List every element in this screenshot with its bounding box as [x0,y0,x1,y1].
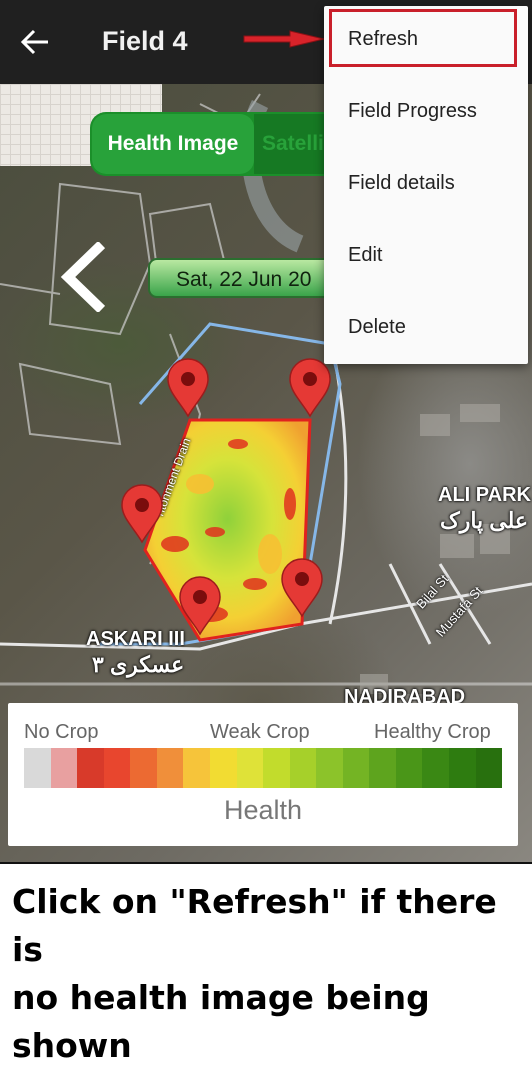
legend-color-swatch [209,748,237,788]
overflow-menu: Refresh Field Progress Field details Edi… [324,6,528,364]
legend-weak-crop-label: Weak Crop [210,721,310,743]
legend-color-swatch [236,748,264,788]
legend-healthy-crop-label: Healthy Crop [374,721,491,743]
map-label-askari-urdu: عسکری ٣ [92,652,185,677]
legend-color-bar [24,748,503,788]
field-corner-pin[interactable] [166,358,210,418]
legend-color-swatch [263,748,290,788]
field-corner-pin[interactable] [280,558,324,618]
map-label-ali-park: ALI PARK [438,484,531,506]
pointer-arrow-icon [243,30,325,48]
phone-screen: ALI PARK علی پارک ASKARI III عسکری ٣ NAD… [0,0,532,862]
menu-item-refresh[interactable]: Refresh [324,6,528,78]
map-label-ali-park-urdu: علی پارک [440,508,528,533]
instruction-caption: Click on "Refresh" if there is no health… [12,878,522,1070]
legend-color-swatch [183,748,210,788]
previous-date-chevron-icon[interactable] [58,242,110,312]
legend-color-swatch [475,748,503,788]
field-corner-pin[interactable] [120,484,164,544]
legend-color-swatch [130,748,157,788]
menu-item-label: Field Progress [348,100,477,122]
legend-color-swatch [316,748,343,788]
health-legend: No Crop Weak Crop Healthy Crop Health [8,703,518,846]
legend-color-swatch [422,748,449,788]
legend-color-swatch [103,748,131,788]
legend-no-crop-label: No Crop [24,721,99,743]
menu-item-field-progress[interactable]: Field Progress [324,78,528,150]
menu-item-label: Delete [348,316,406,338]
legend-color-swatch [449,748,476,788]
legend-title: Health [223,795,303,825]
divider [0,862,532,864]
menu-item-label: Refresh [348,28,419,50]
legend-color-swatch [156,748,184,788]
menu-item-delete[interactable]: Delete [324,294,528,366]
legend-color-swatch [369,748,396,788]
legend-color-swatch [342,748,370,788]
menu-item-label: Field details [348,172,455,194]
menu-item-field-details[interactable]: Field details [324,150,528,222]
page-title: Field 4 [102,26,188,56]
map-label-askari: ASKARI III [86,628,185,650]
instruction-line-2: no health image being shown [12,978,430,1065]
back-arrow-icon[interactable] [18,24,54,60]
field-corner-pin[interactable] [178,576,222,636]
tab-health-image[interactable]: Health Image [92,114,254,174]
legend-color-swatch [77,748,104,788]
menu-item-label: Edit [348,244,383,266]
legend-color-swatch [289,748,317,788]
legend-color-swatch [395,748,423,788]
menu-item-edit[interactable]: Edit [324,222,528,294]
field-corner-pin[interactable] [288,358,332,418]
legend-color-swatch [24,748,51,788]
instruction-line-1: Click on "Refresh" if there is [12,882,497,969]
legend-color-swatch [50,748,78,788]
